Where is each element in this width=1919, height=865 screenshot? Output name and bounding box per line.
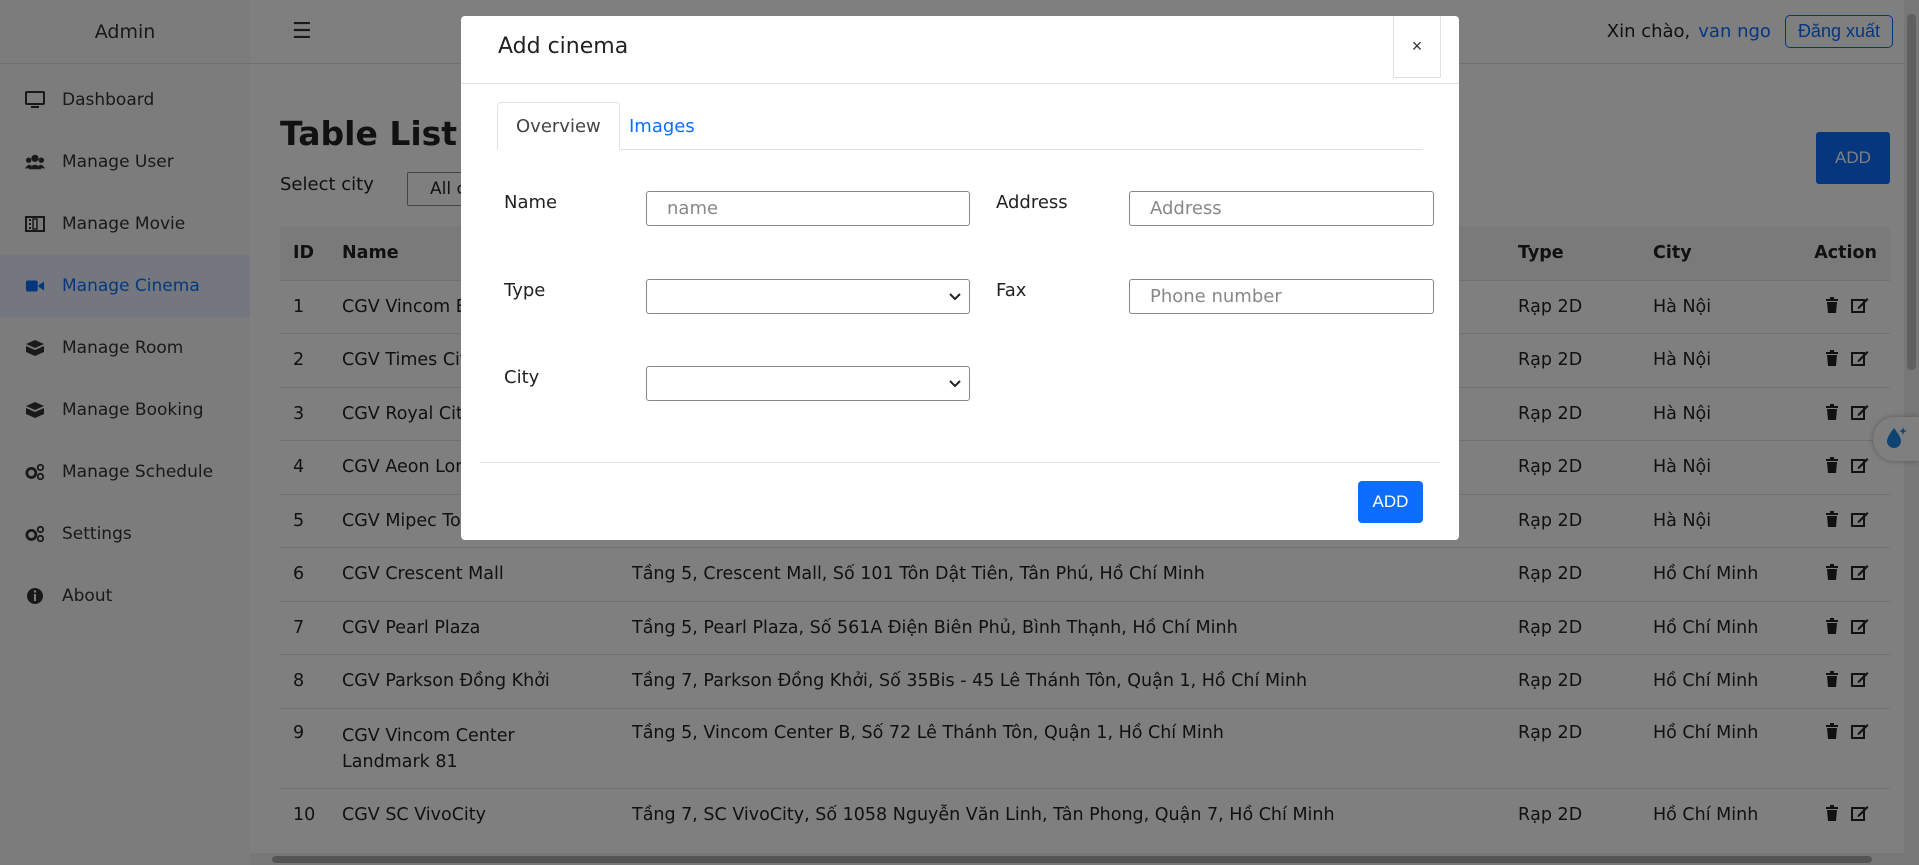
city-label: City	[504, 367, 540, 388]
type-label: Type	[504, 280, 546, 301]
name-input[interactable]: name	[646, 191, 970, 226]
modal-close-button[interactable]: ×	[1393, 16, 1441, 78]
add-cinema-modal: Add cinema × Overview Images Name name A…	[461, 16, 1459, 540]
tab-overview[interactable]: Overview	[497, 102, 620, 150]
modal-tabs: Overview Images	[497, 102, 1423, 150]
chevron-down-icon	[947, 288, 963, 304]
address-input[interactable]: Address	[1129, 191, 1434, 226]
name-label: Name	[504, 192, 558, 213]
chevron-down-icon	[947, 375, 963, 391]
fax-label: Fax	[996, 280, 1027, 301]
address-label: Address	[996, 192, 1068, 213]
modal-header: Add cinema ×	[461, 16, 1459, 84]
modal-footer-divider	[480, 462, 1440, 463]
type-select[interactable]	[646, 279, 970, 314]
modal-add-button[interactable]: ADD	[1358, 481, 1423, 523]
tab-images[interactable]: Images	[611, 102, 713, 150]
modal-title: Add cinema	[498, 34, 629, 59]
city-select[interactable]	[646, 366, 970, 401]
fax-input[interactable]: Phone number	[1129, 279, 1434, 314]
